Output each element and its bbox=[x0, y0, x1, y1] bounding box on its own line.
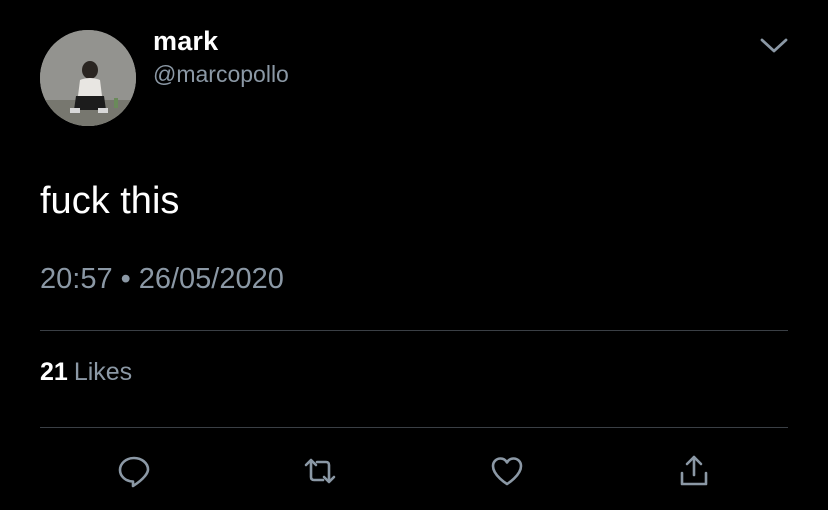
tweet-date: 26/05/2020 bbox=[138, 263, 284, 295]
avatar[interactable] bbox=[40, 30, 136, 126]
likes-stat[interactable]: 21 Likes bbox=[40, 358, 132, 387]
author-name[interactable]: mark bbox=[153, 26, 218, 57]
likes-count: 21 bbox=[40, 358, 68, 386]
divider bbox=[40, 427, 788, 428]
author-handle[interactable]: @marcopollo bbox=[153, 61, 289, 88]
avatar-photo bbox=[40, 30, 136, 126]
tweet-time: 20:57 bbox=[40, 263, 113, 295]
like-button[interactable] bbox=[489, 453, 525, 489]
heart-icon bbox=[491, 457, 523, 486]
share-button[interactable] bbox=[676, 453, 712, 489]
chevron-down-icon[interactable] bbox=[758, 34, 790, 58]
retweet-button[interactable] bbox=[302, 453, 338, 489]
share-icon bbox=[680, 455, 708, 486]
likes-label: Likes bbox=[73, 358, 133, 386]
tweet-detail: mark @marcopollo fuck this 20:57 • 26/05/2… bbox=[0, 0, 828, 510]
meta-separator: • bbox=[120, 263, 131, 295]
reply-icon bbox=[118, 456, 150, 488]
divider bbox=[40, 330, 788, 331]
tweet-text: fuck this bbox=[40, 180, 180, 222]
retweet-icon bbox=[304, 458, 336, 484]
reply-button[interactable] bbox=[116, 453, 152, 489]
tweet-timestamp: 20:57 • 26/05/2020 bbox=[40, 263, 284, 296]
